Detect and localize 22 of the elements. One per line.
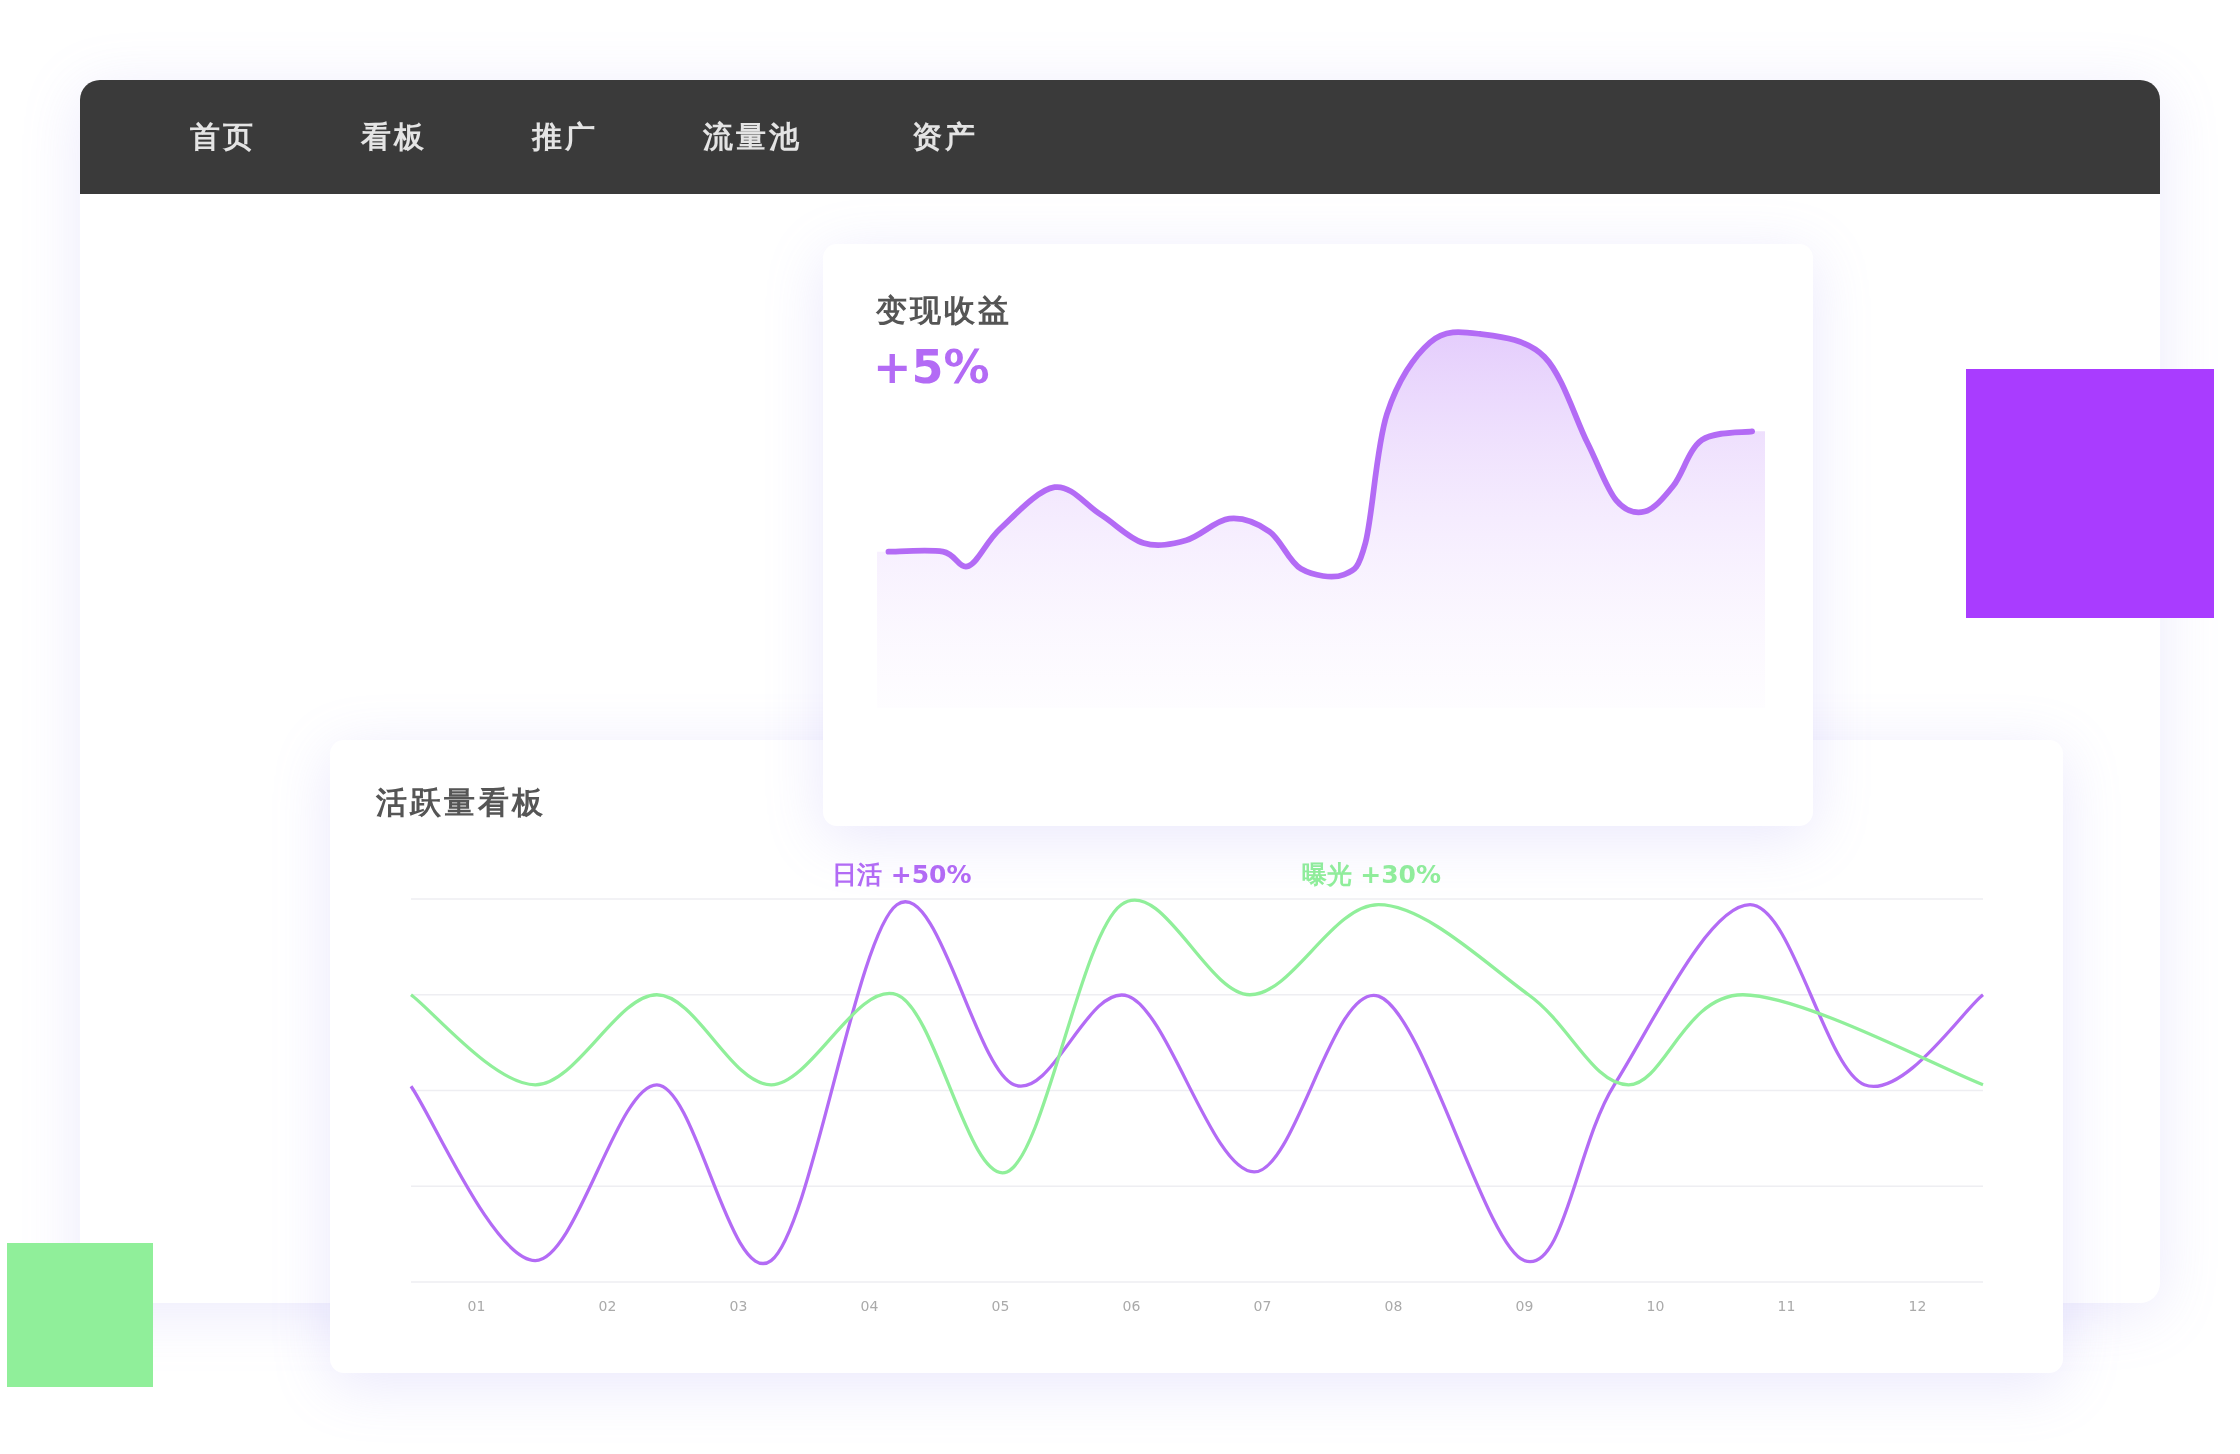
nav-item[interactable]: 资产: [912, 116, 978, 158]
nav-item[interactable]: 首页: [190, 116, 256, 158]
axis-label: 12: [1907, 1298, 1928, 1314]
nav-item[interactable]: 看板: [361, 116, 427, 158]
axis-label: 03: [728, 1298, 749, 1314]
axis-label: 01: [466, 1298, 487, 1314]
axis-label: 07: [1252, 1298, 1273, 1314]
axis-label: 09: [1514, 1298, 1535, 1314]
card-title: 活跃量看板: [376, 783, 547, 822]
legend-label: 日活 +50%: [832, 859, 972, 891]
card-title: 变现收益: [876, 291, 1013, 330]
axis-label: 10: [1645, 1298, 1666, 1314]
nav-item[interactable]: 推广: [532, 116, 598, 158]
nav-item[interactable]: 流量池: [703, 116, 802, 158]
axis-label: 05: [990, 1298, 1011, 1314]
axis-label: 08: [1383, 1298, 1404, 1314]
axis-label: 06: [1121, 1298, 1142, 1314]
axis-label: 02: [597, 1298, 618, 1314]
change-value: +5%: [873, 340, 991, 394]
axis-label: 04: [859, 1298, 880, 1314]
legend-label: 曝光 +30%: [1301, 859, 1441, 891]
axis-label: 11: [1776, 1298, 1797, 1314]
